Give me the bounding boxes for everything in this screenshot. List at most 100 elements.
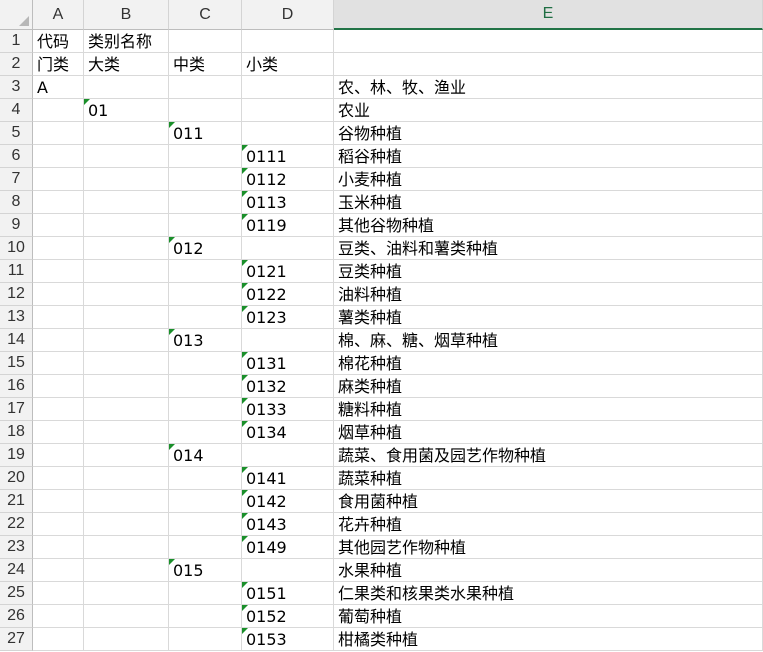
row-header-2[interactable]: 2 [0, 53, 33, 76]
cell-b12[interactable] [84, 283, 169, 306]
row-header-12[interactable]: 12 [0, 283, 33, 306]
cell-e1[interactable] [334, 30, 763, 53]
cell-a4[interactable] [33, 99, 84, 122]
cell-e18[interactable]: 烟草种植 [334, 421, 763, 444]
cell-c19[interactable]: 014 [169, 444, 242, 467]
cell-c21[interactable] [169, 490, 242, 513]
cell-b22[interactable] [84, 513, 169, 536]
cell-d1[interactable] [242, 30, 334, 53]
cell-a6[interactable] [33, 145, 84, 168]
column-header-c[interactable]: C [169, 0, 242, 30]
cell-d20[interactable]: 0141 [242, 467, 334, 490]
cell-d21[interactable]: 0142 [242, 490, 334, 513]
cell-d12[interactable]: 0122 [242, 283, 334, 306]
row-header-25[interactable]: 25 [0, 582, 33, 605]
cell-c4[interactable] [169, 99, 242, 122]
cell-a12[interactable] [33, 283, 84, 306]
cell-c15[interactable] [169, 352, 242, 375]
cell-c26[interactable] [169, 605, 242, 628]
cell-e19[interactable]: 蔬菜、食用菌及园艺作物种植 [334, 444, 763, 467]
cell-d3[interactable] [242, 76, 334, 99]
cell-d10[interactable] [242, 237, 334, 260]
cell-d18[interactable]: 0134 [242, 421, 334, 444]
cell-b1[interactable]: 类别名称 [84, 30, 169, 53]
cell-e7[interactable]: 小麦种植 [334, 168, 763, 191]
cell-e9[interactable]: 其他谷物种植 [334, 214, 763, 237]
cell-e20[interactable]: 蔬菜种植 [334, 467, 763, 490]
cell-b20[interactable] [84, 467, 169, 490]
cell-c6[interactable] [169, 145, 242, 168]
cell-c25[interactable] [169, 582, 242, 605]
cell-b17[interactable] [84, 398, 169, 421]
row-header-16[interactable]: 16 [0, 375, 33, 398]
cell-a25[interactable] [33, 582, 84, 605]
cell-c12[interactable] [169, 283, 242, 306]
cell-a19[interactable] [33, 444, 84, 467]
cell-a2[interactable]: 门类 [33, 53, 84, 76]
cell-e6[interactable]: 稻谷种植 [334, 145, 763, 168]
cell-a15[interactable] [33, 352, 84, 375]
cell-c17[interactable] [169, 398, 242, 421]
cell-a5[interactable] [33, 122, 84, 145]
cell-d6[interactable]: 0111 [242, 145, 334, 168]
cell-e3[interactable]: 农、林、牧、渔业 [334, 76, 763, 99]
cell-c9[interactable] [169, 214, 242, 237]
cell-d4[interactable] [242, 99, 334, 122]
column-header-d[interactable]: D [242, 0, 334, 30]
row-header-1[interactable]: 1 [0, 30, 33, 53]
cell-e13[interactable]: 薯类种植 [334, 306, 763, 329]
cell-a24[interactable] [33, 559, 84, 582]
cell-a22[interactable] [33, 513, 84, 536]
cell-a13[interactable] [33, 306, 84, 329]
cell-d25[interactable]: 0151 [242, 582, 334, 605]
cell-e26[interactable]: 葡萄种植 [334, 605, 763, 628]
row-header-6[interactable]: 6 [0, 145, 33, 168]
cell-c1[interactable] [169, 30, 242, 53]
cell-e14[interactable]: 棉、麻、糖、烟草种植 [334, 329, 763, 352]
cell-e25[interactable]: 仁果类和核果类水果种植 [334, 582, 763, 605]
cell-a17[interactable] [33, 398, 84, 421]
row-header-3[interactable]: 3 [0, 76, 33, 99]
cell-c14[interactable]: 013 [169, 329, 242, 352]
cell-d11[interactable]: 0121 [242, 260, 334, 283]
cell-a11[interactable] [33, 260, 84, 283]
cell-e4[interactable]: 农业 [334, 99, 763, 122]
cell-c10[interactable]: 012 [169, 237, 242, 260]
row-header-13[interactable]: 13 [0, 306, 33, 329]
row-header-27[interactable]: 27 [0, 628, 33, 651]
cell-a18[interactable] [33, 421, 84, 444]
column-header-e[interactable]: E [334, 0, 763, 30]
cell-b25[interactable] [84, 582, 169, 605]
cell-e10[interactable]: 豆类、油料和薯类种植 [334, 237, 763, 260]
cell-e2[interactable] [334, 53, 763, 76]
cell-c18[interactable] [169, 421, 242, 444]
cell-b5[interactable] [84, 122, 169, 145]
cell-d19[interactable] [242, 444, 334, 467]
row-header-14[interactable]: 14 [0, 329, 33, 352]
cell-a3[interactable]: A [33, 76, 84, 99]
cell-c23[interactable] [169, 536, 242, 559]
cell-a27[interactable] [33, 628, 84, 651]
cell-e8[interactable]: 玉米种植 [334, 191, 763, 214]
cell-e12[interactable]: 油料种植 [334, 283, 763, 306]
cell-b8[interactable] [84, 191, 169, 214]
cell-e15[interactable]: 棉花种植 [334, 352, 763, 375]
row-header-5[interactable]: 5 [0, 122, 33, 145]
cell-e23[interactable]: 其他园艺作物种植 [334, 536, 763, 559]
cell-d5[interactable] [242, 122, 334, 145]
cell-e16[interactable]: 麻类种植 [334, 375, 763, 398]
cell-c27[interactable] [169, 628, 242, 651]
cell-a9[interactable] [33, 214, 84, 237]
cell-d23[interactable]: 0149 [242, 536, 334, 559]
column-header-b[interactable]: B [84, 0, 169, 30]
cell-a23[interactable] [33, 536, 84, 559]
spreadsheet-grid[interactable]: A B C D E 1 代码 类别名称 2 门类 大类 中类 小类 3 A 农、林、牧、渔业 4 01 农业 5 011… [0, 0, 763, 652]
cell-b6[interactable] [84, 145, 169, 168]
cell-b14[interactable] [84, 329, 169, 352]
cell-b26[interactable] [84, 605, 169, 628]
cell-b9[interactable] [84, 214, 169, 237]
row-header-26[interactable]: 26 [0, 605, 33, 628]
cell-b11[interactable] [84, 260, 169, 283]
cell-b4[interactable]: 01 [84, 99, 169, 122]
cell-c22[interactable] [169, 513, 242, 536]
